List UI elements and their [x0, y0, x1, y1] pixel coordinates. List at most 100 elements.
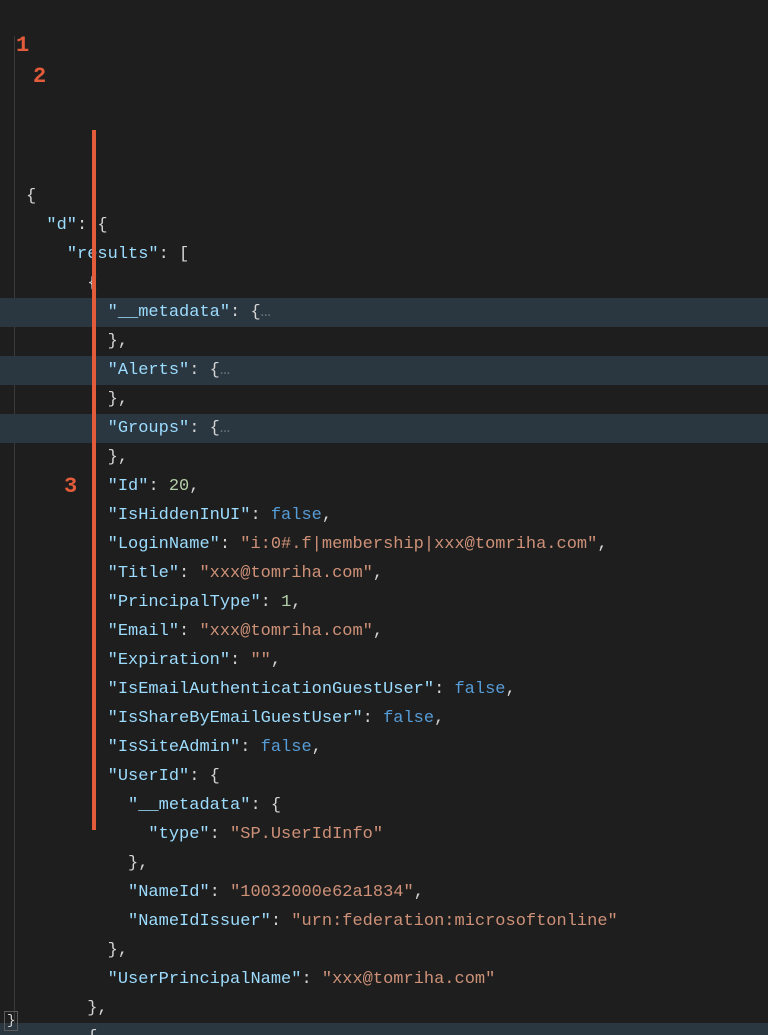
token-key: "Expiration": [108, 651, 230, 670]
code-line[interactable]: },: [0, 385, 768, 414]
token-str: "xxx@tomriha.com": [322, 970, 495, 989]
token-key: "Email": [108, 622, 179, 641]
code-line[interactable]: "UserPrincipalName": "xxx@tomriha.com": [0, 965, 768, 994]
token-pu: :: [179, 564, 199, 583]
token-pu: ,: [506, 680, 516, 699]
code-line[interactable]: "IsShareByEmailGuestUser": false,: [0, 704, 768, 733]
code-line[interactable]: "Groups": {…: [0, 414, 768, 443]
annotation-marker-3: 3: [64, 476, 77, 498]
token-key: "d": [46, 216, 77, 235]
token-pu: : {: [230, 303, 261, 322]
annotation-marker-2: 2: [33, 66, 46, 88]
token-kw: false: [454, 680, 505, 699]
token-pu: : {: [189, 419, 220, 438]
code-line[interactable]: "LoginName": "i:0#.f|membership|xxx@tomr…: [0, 530, 768, 559]
code-line[interactable]: },: [0, 849, 768, 878]
code-line[interactable]: "IsHiddenInUI": false,: [0, 501, 768, 530]
code-line[interactable]: "PrincipalType": 1,: [0, 588, 768, 617]
token-pu: ,: [434, 709, 444, 728]
token-key: "PrincipalType": [108, 593, 261, 612]
token-kw: false: [261, 738, 312, 757]
token-pu: },: [108, 332, 128, 351]
closing-brace-hint: }: [4, 1011, 18, 1031]
token-pu: },: [108, 390, 128, 409]
token-pu: : {: [250, 796, 281, 815]
token-key: "Alerts": [108, 361, 190, 380]
token-pu: ,: [271, 651, 281, 670]
code-line[interactable]: {: [0, 269, 768, 298]
token-ell: …: [261, 303, 271, 322]
code-line[interactable]: "Email": "xxx@tomriha.com",: [0, 617, 768, 646]
token-pu: ,: [312, 738, 322, 757]
token-num: 1: [281, 593, 291, 612]
token-pu: :: [220, 535, 240, 554]
code-line[interactable]: "IsSiteAdmin": false,: [0, 733, 768, 762]
token-pu: :: [250, 506, 270, 525]
token-pu: :: [271, 912, 291, 931]
code-line[interactable]: },: [0, 994, 768, 1023]
token-key: "__metadata": [108, 303, 230, 322]
token-key: "Groups": [108, 419, 190, 438]
token-ell: …: [220, 419, 230, 438]
token-pu: ,: [322, 506, 332, 525]
token-kw: false: [383, 709, 434, 728]
token-str: "SP.UserIdInfo": [230, 825, 383, 844]
code-editor[interactable]: 1 2 3 { "d": { "results": [ { "__metadat…: [0, 0, 768, 1035]
code-line[interactable]: {: [0, 182, 768, 211]
code-line[interactable]: },: [0, 327, 768, 356]
code-line[interactable]: "__metadata": {: [0, 791, 768, 820]
token-pu: : [: [159, 245, 190, 264]
token-str: "xxx@tomriha.com": [199, 622, 372, 641]
token-key: "type": [148, 825, 209, 844]
code-line[interactable]: "Title": "xxx@tomriha.com",: [0, 559, 768, 588]
token-ell: …: [220, 361, 230, 380]
code-line[interactable]: "Alerts": {…: [0, 356, 768, 385]
token-str: "": [250, 651, 270, 670]
token-pu: },: [108, 941, 128, 960]
token-pu: ,: [373, 564, 383, 583]
code-line[interactable]: "NameIdIssuer": "urn:federation:microsof…: [0, 907, 768, 936]
token-pu: : {: [189, 767, 220, 786]
token-key: "__metadata": [128, 796, 250, 815]
token-key: "Title": [108, 564, 179, 583]
token-pu: :: [434, 680, 454, 699]
code-line[interactable]: "NameId": "10032000e62a1834",: [0, 878, 768, 907]
token-key: "results": [67, 245, 159, 264]
token-str: "10032000e62a1834": [230, 883, 414, 902]
code-line[interactable]: "d": {: [0, 211, 768, 240]
token-key: "NameId": [128, 883, 210, 902]
token-key: "UserPrincipalName": [108, 970, 302, 989]
token-key: "IsHiddenInUI": [108, 506, 251, 525]
token-num: 20: [169, 477, 189, 496]
token-pu: ,: [414, 883, 424, 902]
token-pu: :: [148, 477, 168, 496]
code-line[interactable]: },: [0, 936, 768, 965]
token-pu: :: [240, 738, 260, 757]
code-line[interactable]: "type": "SP.UserIdInfo": [0, 820, 768, 849]
annotation-bar: [92, 130, 96, 830]
token-pu: ,: [597, 535, 607, 554]
token-pu: ,: [189, 477, 199, 496]
token-key: "LoginName": [108, 535, 220, 554]
code-line[interactable]: "UserId": {: [0, 762, 768, 791]
token-pu: },: [108, 448, 128, 467]
token-pu: :: [363, 709, 383, 728]
code-line[interactable]: },: [0, 443, 768, 472]
token-pu: },: [128, 854, 148, 873]
token-key: "NameIdIssuer": [128, 912, 271, 931]
token-str: "xxx@tomriha.com": [199, 564, 372, 583]
token-key: "IsShareByEmailGuestUser": [108, 709, 363, 728]
token-pu: ,: [373, 622, 383, 641]
token-pu: : {: [189, 361, 220, 380]
token-pu: {: [87, 1028, 97, 1035]
token-pu: :: [230, 651, 250, 670]
code-line[interactable]: "__metadata": {…: [0, 298, 768, 327]
code-line[interactable]: "Id": 20,: [0, 472, 768, 501]
annotation-marker-1: 1: [16, 35, 29, 57]
code-line[interactable]: {…: [0, 1023, 768, 1035]
code-line[interactable]: "results": [: [0, 240, 768, 269]
token-key: "Id": [108, 477, 149, 496]
code-line[interactable]: "IsEmailAuthenticationGuestUser": false,: [0, 675, 768, 704]
code-line[interactable]: "Expiration": "",: [0, 646, 768, 675]
token-str: "urn:federation:microsoftonline": [291, 912, 617, 931]
